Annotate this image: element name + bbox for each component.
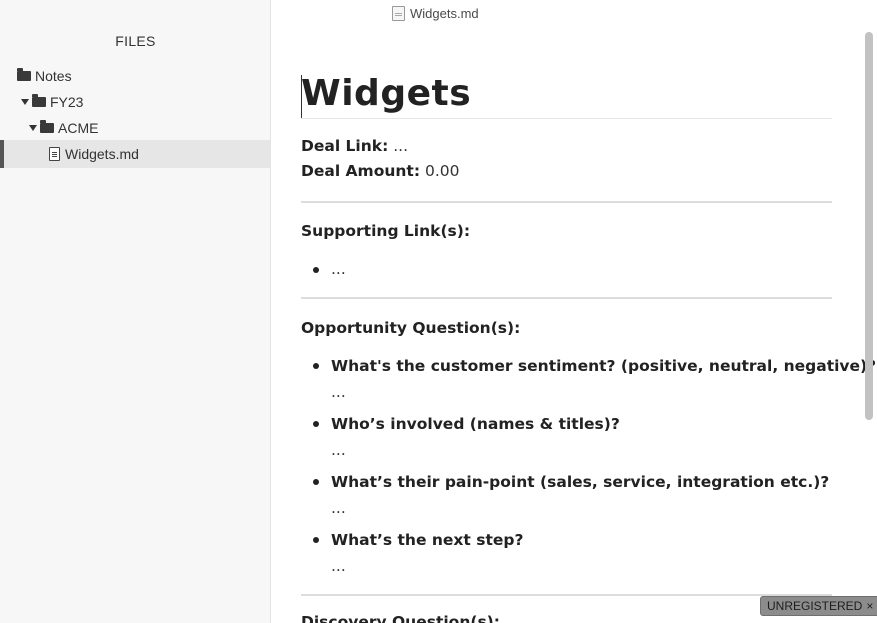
horizontal-rule — [301, 594, 832, 596]
bullet-icon — [313, 267, 319, 273]
deal-link-value: ... — [393, 137, 408, 155]
unregistered-label: UNREGISTERED — [767, 599, 863, 613]
scrollbar-thumb[interactable] — [865, 32, 873, 420]
opportunity-questions-heading[interactable]: Opportunity Question(s): — [301, 319, 520, 337]
deal-amount-label: Deal Amount: — [301, 162, 421, 180]
answer-item[interactable]: ... — [331, 557, 346, 575]
folder-icon — [40, 120, 54, 133]
bullet-icon — [313, 479, 319, 485]
tree-item-label: Notes — [35, 68, 72, 84]
tree-item-label: Widgets.md — [65, 146, 139, 162]
supporting-links-label: Supporting Link(s): — [301, 222, 471, 240]
tree-item-acme[interactable]: ACME — [0, 114, 270, 142]
deal-amount-line[interactable]: Deal Amount: 0.00 — [301, 162, 459, 180]
editor[interactable]: Widgets Deal Link: ... Deal Amount: 0.00… — [272, 26, 877, 623]
document-title[interactable]: Widgets — [301, 73, 471, 114]
question-item[interactable]: What’s the next step? — [331, 531, 523, 549]
bullet-icon — [313, 363, 319, 369]
document-icon — [392, 5, 405, 21]
title-divider — [301, 118, 832, 119]
question-item[interactable]: What’s their pain-point (sales, service,… — [331, 473, 829, 491]
folder-icon — [32, 94, 46, 107]
tree-item-fy23[interactable]: FY23 — [0, 88, 270, 116]
bullet-icon — [313, 537, 319, 543]
caret-down-icon[interactable] — [21, 99, 29, 105]
caret-down-icon[interactable] — [29, 125, 37, 131]
discovery-questions-heading[interactable]: Discovery Question(s): — [301, 613, 500, 623]
supporting-links-heading[interactable]: Supporting Link(s): — [301, 222, 470, 240]
question-item[interactable]: Who’s involved (names & titles)? — [331, 415, 620, 433]
answer-item[interactable]: ... — [331, 499, 346, 517]
folder-icon — [17, 68, 31, 81]
sidebar-header: FILES — [115, 33, 156, 49]
document-icon — [49, 147, 60, 161]
tree-item-label: FY23 — [50, 94, 84, 110]
tree-item-notes[interactable]: Notes — [0, 62, 270, 90]
window-title: Widgets.md — [392, 4, 479, 22]
answer-item[interactable]: ... — [331, 441, 346, 459]
question-item[interactable]: What's the customer sentiment? (positive… — [331, 357, 876, 375]
opportunity-questions-label: Opportunity Question(s): — [301, 319, 521, 337]
horizontal-rule — [301, 201, 832, 203]
answer-item[interactable]: ... — [331, 383, 346, 401]
deal-link-label: Deal Link: — [301, 137, 389, 155]
close-icon[interactable]: × — [866, 599, 873, 613]
tree-item-label: ACME — [58, 120, 99, 136]
supporting-link-item[interactable]: ... — [331, 260, 346, 278]
horizontal-rule — [301, 297, 832, 299]
window-title-text: Widgets.md — [410, 5, 479, 21]
deal-link-line[interactable]: Deal Link: ... — [301, 137, 408, 155]
discovery-questions-label: Discovery Question(s): — [301, 613, 500, 623]
bullet-icon — [313, 421, 319, 427]
sidebar: FILES Notes FY23 ACME Widgets.md — [0, 0, 271, 623]
unregistered-badge[interactable]: UNREGISTERED × — [760, 596, 877, 616]
tree-item-widgets-md[interactable]: Widgets.md — [0, 140, 270, 168]
deal-amount-value: 0.00 — [424, 162, 460, 180]
